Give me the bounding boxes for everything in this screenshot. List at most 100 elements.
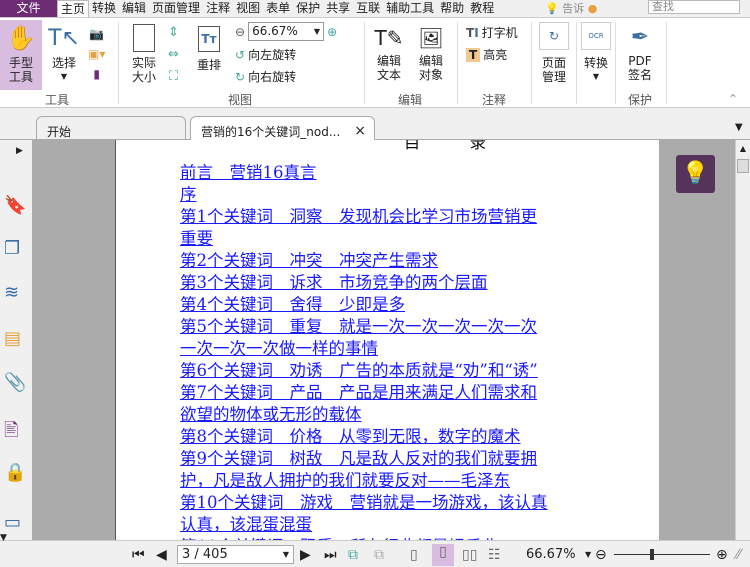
- reflow-label: 重排: [196, 58, 221, 72]
- toc-link[interactable]: 序: [180, 184, 636, 206]
- toc-link[interactable]: 第3个关键词 诉求 市场竞争的两个层面: [180, 272, 636, 294]
- edit-object-button[interactable]: 🖼 编辑 对象: [412, 22, 450, 82]
- select-text-icon: T↖: [48, 26, 80, 51]
- zoom-dropdown-icon[interactable]: ▼: [585, 550, 591, 559]
- status-zoom-in-icon[interactable]: ⊕: [716, 547, 728, 563]
- tab-document[interactable]: 营销的16个关键词_nod... ×: [190, 116, 375, 141]
- scroll-up-icon[interactable]: ▲: [736, 144, 750, 153]
- vertical-scrollbar[interactable]: ▲: [735, 140, 750, 540]
- menu-accessibility[interactable]: 辅助工具: [383, 0, 437, 17]
- fit-buttons[interactable]: ⇕ ⇔ ⛶: [168, 22, 179, 88]
- last-page-button[interactable]: ⏭: [324, 547, 337, 563]
- zoom-out-icon[interactable]: ⊖: [235, 25, 245, 39]
- toc-link[interactable]: 第10个关键词 游戏 营销就是一场游戏，该认真: [180, 492, 636, 514]
- hand-tool-button[interactable]: ✋ 手型 工具: [0, 20, 42, 90]
- zoom-slider-thumb[interactable]: [650, 549, 654, 560]
- rotate-right-label: 向右旋转: [248, 70, 297, 84]
- toc-link[interactable]: 重要: [180, 228, 636, 250]
- menu-file[interactable]: 文件: [0, 0, 57, 17]
- collapse-ribbon-icon[interactable]: ⌃: [728, 92, 738, 106]
- toc-link[interactable]: 第2个关键词 冲突 冲突产生需求: [180, 250, 636, 272]
- hand-icon: ✋: [6, 24, 36, 52]
- pdf-sign-button[interactable]: ✒ PDF 签名: [620, 22, 660, 82]
- edit-group-label: 编辑: [397, 93, 422, 107]
- toc-link[interactable]: 一次一次一次做一样的事情: [180, 338, 636, 360]
- previous-view-icon[interactable]: ⧉: [348, 547, 358, 563]
- toc-link[interactable]: 第8个关键词 价格 从零到无限，数字的魔术: [180, 426, 636, 448]
- comments-icon[interactable]: ▤: [4, 328, 26, 350]
- scroll-thumb[interactable]: [737, 159, 749, 173]
- facing-page-icon[interactable]: ▯▯: [462, 547, 477, 563]
- lock-icon[interactable]: 🔒: [4, 462, 26, 484]
- rotate-left-button[interactable]: ↺ 向左旋转: [235, 46, 296, 63]
- menu-protect[interactable]: 保护: [293, 0, 323, 17]
- menu-convert[interactable]: 转换: [89, 0, 119, 17]
- status-zoom-value[interactable]: 66.67%: [526, 547, 576, 562]
- continuous-page-icon[interactable]: ▯: [432, 544, 454, 566]
- menu-tutorial[interactable]: 教程: [467, 0, 497, 17]
- tab-start-label: 开始: [47, 125, 72, 139]
- menu-share[interactable]: 共享: [323, 0, 353, 17]
- toc-link[interactable]: 第4个关键词 舍得 少即是多: [180, 294, 636, 316]
- zoom-select[interactable]: 66.67% ▼: [248, 22, 325, 41]
- zoom-value: 66.67%: [252, 24, 298, 38]
- menu-help[interactable]: 帮助: [437, 0, 467, 17]
- attachment-icon[interactable]: 📎: [4, 372, 26, 394]
- toc-link[interactable]: 第7个关键词 产品 产品是用来满足人们需求和: [180, 382, 636, 404]
- search-input[interactable]: 查找: [648, 0, 740, 14]
- typewriter-button[interactable]: TI 打字机: [466, 24, 518, 41]
- resize-grip-icon[interactable]: ⁄⁄: [736, 547, 741, 563]
- toc-link[interactable]: 护，凡是敌人拥护的我们就要反对——毛泽东: [180, 470, 636, 492]
- first-page-button[interactable]: ⏮: [132, 547, 145, 563]
- layers-icon[interactable]: ≋: [4, 282, 26, 304]
- menu-form[interactable]: 表单: [263, 0, 293, 17]
- toc-link[interactable]: 欲望的物体或无形的载体: [180, 404, 636, 426]
- zoom-slider[interactable]: [614, 554, 710, 555]
- toc-link[interactable]: 第9个关键词 树敌 凡是敌人反对的我们就要拥: [180, 448, 636, 470]
- tips-button[interactable]: 💡: [676, 155, 715, 193]
- next-view-icon[interactable]: ⧉: [374, 547, 384, 563]
- page-number-input[interactable]: 3 / 405 ▼: [177, 545, 294, 564]
- prev-page-button[interactable]: ◀: [156, 547, 167, 563]
- toc-link[interactable]: 第1个关键词 洞察 发现机会比学习市场营销更: [180, 206, 636, 228]
- signature-icon[interactable]: 🖹: [4, 418, 26, 441]
- page-manage-button[interactable]: ↻ 页面 管理: [536, 22, 572, 84]
- tab-start[interactable]: 开始: [36, 116, 186, 140]
- rotate-right-button[interactable]: ↻ 向右旋转: [235, 68, 296, 85]
- reflow-button[interactable]: Tт 重排: [194, 26, 224, 72]
- actual-size-button[interactable]: 实际 大小: [126, 22, 162, 84]
- select-button[interactable]: T↖ 选择 ▼: [48, 22, 80, 84]
- bookmark-icon[interactable]: 🔖: [4, 195, 26, 217]
- edit-text-button[interactable]: T✎ 编辑 文本: [372, 22, 406, 82]
- menu-home[interactable]: 主页: [57, 0, 90, 18]
- menu-edit[interactable]: 编辑: [119, 0, 149, 17]
- convert-button[interactable]: OCR 转换 ▼: [580, 22, 612, 84]
- convert-label: 转换: [583, 56, 608, 70]
- close-tab-icon[interactable]: ×: [354, 123, 366, 139]
- menu-connect[interactable]: 互联: [353, 0, 383, 17]
- next-page-button[interactable]: ▶: [300, 547, 311, 563]
- collapse-icon[interactable]: ▼: [0, 533, 7, 543]
- fit-page-icon: ⇕: [168, 25, 179, 40]
- expand-panel-icon[interactable]: ▶: [16, 146, 23, 156]
- menu-comment[interactable]: 注释: [203, 0, 233, 17]
- single-page-icon[interactable]: ▯: [410, 547, 418, 563]
- typewriter-label: 打字机: [481, 26, 518, 40]
- heart-icon: ●: [587, 2, 598, 15]
- toc-link[interactable]: 第6个关键词 劝诱 广告的本质就是“劝”和“诱”: [180, 360, 636, 382]
- pages-icon[interactable]: ❐: [4, 238, 26, 260]
- status-bar: ▼ ⏮ ◀ 3 / 405 ▼ ▶ ⏭ ⧉ ⧉ ▯ ▯ ▯▯ ☷ 66.67% ▼…: [0, 533, 750, 567]
- continuous-facing-icon[interactable]: ☷: [488, 547, 501, 563]
- toc-link[interactable]: 前言 营销16真言: [180, 162, 636, 184]
- status-zoom-out-icon[interactable]: ⊖: [595, 547, 607, 563]
- menu-view[interactable]: 视图: [233, 0, 263, 17]
- toc-link[interactable]: 第5个关键词 重复 就是一次一次一次一次一次: [180, 316, 636, 338]
- zoom-in-icon[interactable]: ⊕: [327, 25, 337, 39]
- snapshot-tools[interactable]: 📷 ▣▾ ▮: [88, 24, 105, 84]
- tell-me[interactable]: 💡 告诉 ●: [545, 0, 597, 16]
- menu-page-manage[interactable]: 页面管理: [149, 0, 203, 17]
- form-icon[interactable]: ▭: [4, 512, 26, 534]
- toc-link[interactable]: 认真，该混蛋混蛋: [180, 514, 636, 536]
- highlight-button[interactable]: T 高亮: [466, 46, 507, 63]
- tab-list-icon[interactable]: ▼: [735, 122, 743, 133]
